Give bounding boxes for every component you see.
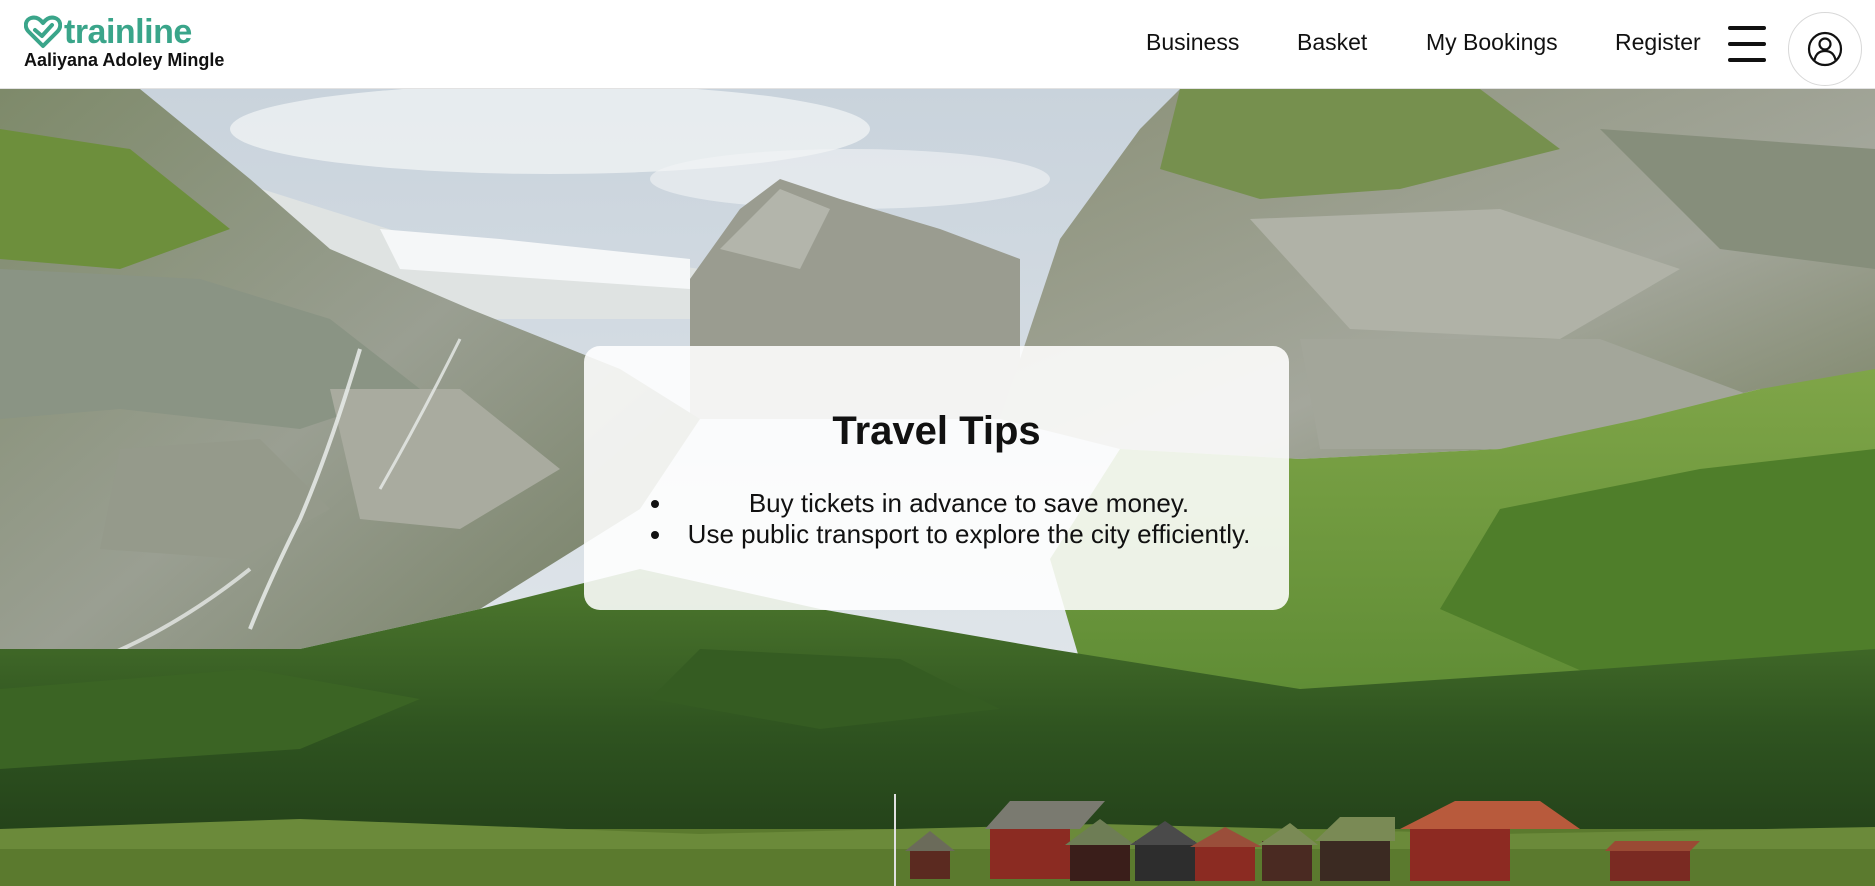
travel-tips-card: Travel Tips Buy tickets in advance to sa… xyxy=(584,346,1289,610)
heart-check-icon xyxy=(24,15,62,48)
nav-business[interactable]: Business xyxy=(1146,27,1239,57)
hamburger-menu-icon[interactable] xyxy=(1728,26,1766,62)
nav-my-bookings[interactable]: My Bookings xyxy=(1426,27,1558,57)
username-label: Aaliyana Adoley Mingle xyxy=(24,50,225,70)
site-header: trainline Aaliyana Adoley Mingle Busines… xyxy=(0,0,1875,89)
list-item: Buy tickets in advance to save money. xyxy=(674,488,1264,519)
trainline-logo[interactable]: trainline xyxy=(24,14,224,50)
nav-basket[interactable]: Basket xyxy=(1297,27,1367,57)
brand[interactable]: trainline Aaliyana Adoley Mingle xyxy=(24,14,224,70)
travel-tips-title: Travel Tips xyxy=(832,409,1041,453)
user-account-icon xyxy=(1807,31,1843,67)
logo-text: trainline xyxy=(64,13,192,51)
nav-register[interactable]: Register xyxy=(1615,27,1701,57)
account-button[interactable] xyxy=(1788,12,1862,86)
travel-tips-list: Buy tickets in advance to save money. Us… xyxy=(674,488,1264,550)
list-item: Use public transport to explore the city… xyxy=(674,519,1264,550)
